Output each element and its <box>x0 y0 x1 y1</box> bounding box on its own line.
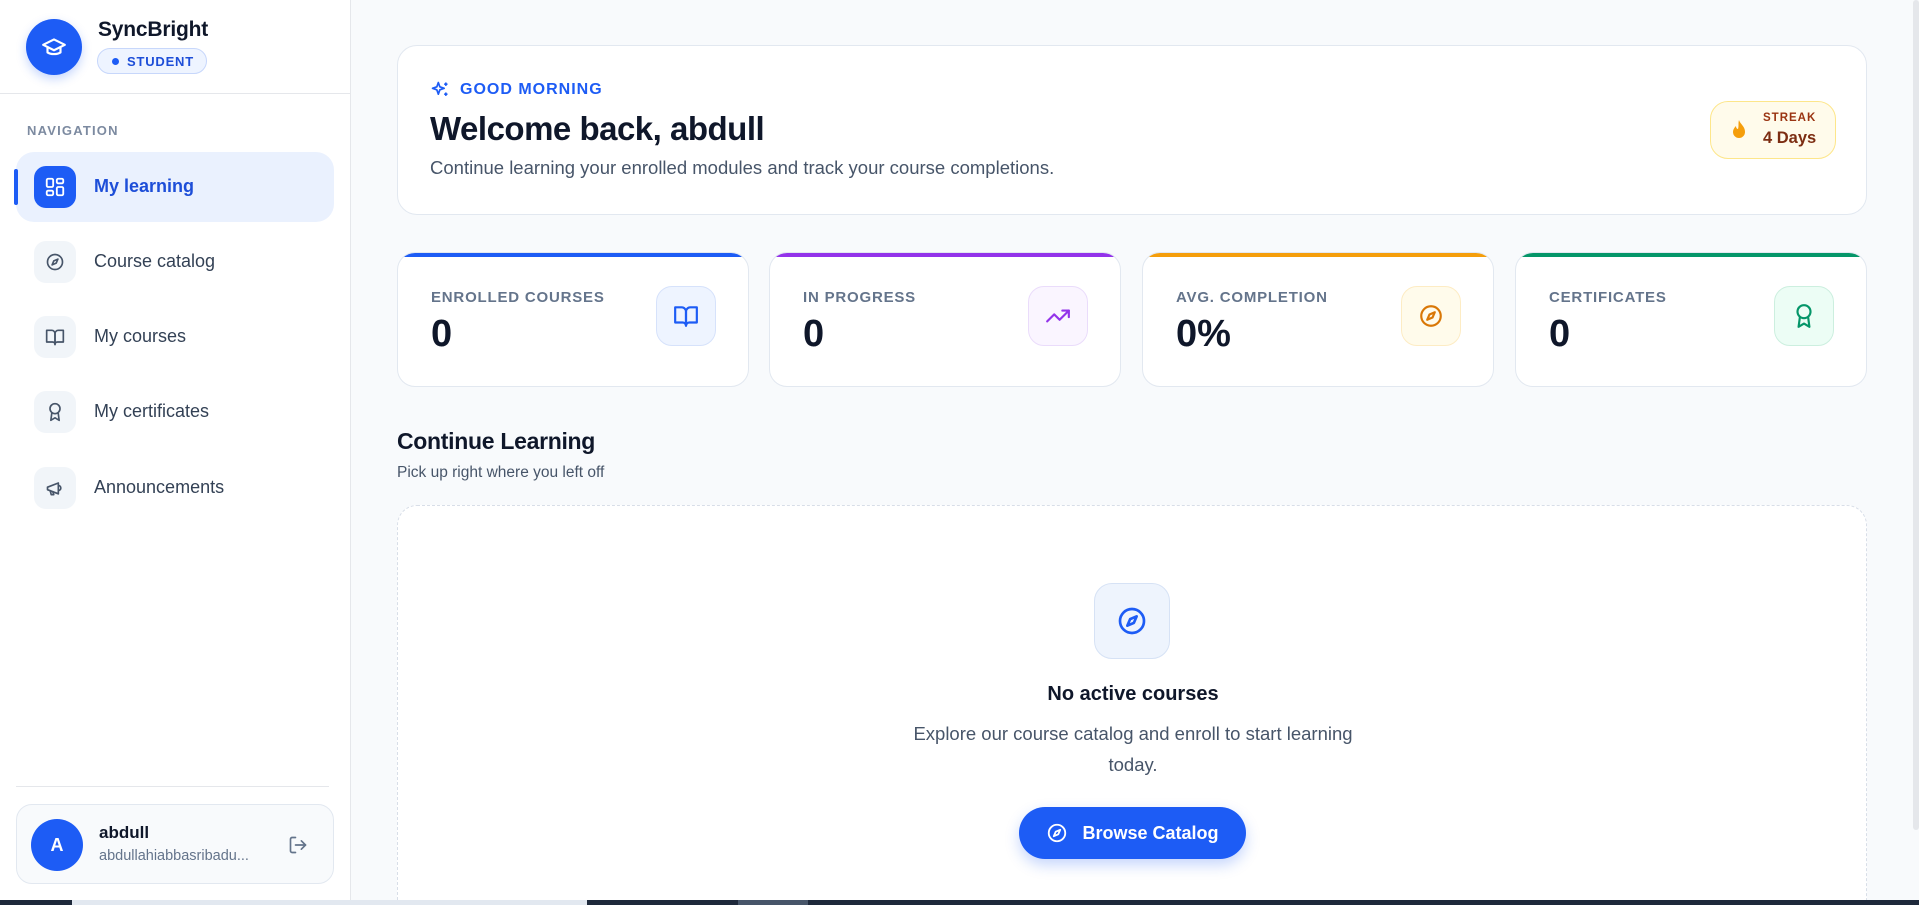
greeting-text: GOOD MORNING <box>460 81 603 98</box>
graduation-cap-icon[interactable] <box>26 19 82 75</box>
compass-icon <box>34 241 76 283</box>
taskbar <box>0 900 1919 905</box>
role-dot <box>112 57 119 65</box>
page-title: Welcome back, abdull <box>430 110 765 147</box>
card-accent <box>1516 253 1866 257</box>
award-icon <box>1774 286 1834 346</box>
book-open-icon <box>34 316 76 358</box>
stat-label: CERTIFICATES <box>1549 289 1667 306</box>
brand-header: SyncBright STUDENT <box>0 0 350 94</box>
main-content: GOOD MORNING Welcome back, abdull Contin… <box>351 0 1919 900</box>
award-icon <box>34 391 76 433</box>
sparkles-icon <box>431 81 448 96</box>
taskbar-segment <box>72 900 587 905</box>
role-badge: STUDENT <box>97 48 207 74</box>
nav-heading: NAVIGATION <box>27 123 119 138</box>
trending-up-icon <box>1028 286 1088 346</box>
sidebar-item-announcements[interactable]: Announcements <box>16 453 334 523</box>
streak-label: STREAK <box>1763 112 1817 124</box>
compass-icon <box>1094 583 1170 659</box>
sidebar-item-my-learning[interactable]: My learning <box>14 152 334 222</box>
logout-icon[interactable] <box>285 832 311 858</box>
user-email: abdullahiabbasribadu... <box>99 848 249 864</box>
empty-state-panel: No active courses Explore our course cat… <box>397 505 1867 900</box>
card-accent <box>770 253 1120 257</box>
stat-value: 0 <box>803 313 825 355</box>
empty-state-title: No active courses <box>1047 683 1219 705</box>
welcome-card: GOOD MORNING Welcome back, abdull Contin… <box>397 45 1867 215</box>
user-card[interactable]: A abdull abdullahiabbasribadu... <box>16 804 334 884</box>
stat-value: 0 <box>431 313 453 355</box>
divider <box>16 786 329 787</box>
sidebar-item-label: My certificates <box>94 401 210 421</box>
stat-label: AVG. COMPLETION <box>1176 289 1328 306</box>
active-indicator <box>14 169 18 205</box>
sidebar: SyncBright STUDENT NAVIGATION My learnin… <box>0 0 351 900</box>
role-label: STUDENT <box>127 53 194 69</box>
greeting: GOOD MORNING <box>430 80 603 100</box>
browse-catalog-button[interactable]: Browse Catalog <box>1019 807 1246 859</box>
stat-card-in-progress: IN PROGRESS 0 <box>769 252 1121 387</box>
section-title: Continue Learning <box>397 428 596 454</box>
streak-value: 4 Days <box>1763 129 1817 147</box>
stat-card-enrolled: ENROLLED COURSES 0 <box>397 252 749 387</box>
compass-icon <box>1048 823 1067 843</box>
card-accent <box>1143 253 1493 257</box>
section-subtitle: Pick up right where you left off <box>397 464 605 481</box>
page-subtitle: Continue learning your enrolled modules … <box>430 157 1055 178</box>
streak-badge: STREAK 4 Days <box>1710 101 1836 159</box>
stat-card-avg-completion: AVG. COMPLETION 0% <box>1142 252 1494 387</box>
app-root: SyncBright STUDENT NAVIGATION My learnin… <box>0 0 1919 905</box>
stat-label: IN PROGRESS <box>803 289 916 306</box>
sidebar-item-label: Course catalog <box>94 251 216 271</box>
sidebar-item-label: My learning <box>94 176 195 196</box>
sidebar-item-my-courses[interactable]: My courses <box>16 302 334 372</box>
empty-state-text: Explore our course catalog and enroll to… <box>913 723 1353 775</box>
sidebar-item-label: My courses <box>94 326 187 346</box>
compass-icon <box>1401 286 1461 346</box>
sidebar-item-label: Announcements <box>94 477 225 497</box>
card-accent <box>398 253 748 257</box>
megaphone-icon <box>34 467 76 509</box>
sidebar-item-course-catalog[interactable]: Course catalog <box>16 227 334 297</box>
flame-icon <box>1733 120 1745 138</box>
sidebar-item-my-certificates[interactable]: My certificates <box>16 377 334 447</box>
stat-value: 0% <box>1176 313 1231 355</box>
dashboard-icon <box>34 166 76 208</box>
taskbar-segment <box>738 900 808 905</box>
brand-name: SyncBright <box>98 18 209 41</box>
scrollbar[interactable] <box>1913 0 1919 830</box>
avatar: A <box>31 819 83 871</box>
book-open-icon <box>656 286 716 346</box>
browse-catalog-label: Browse Catalog <box>1082 822 1219 843</box>
stat-value: 0 <box>1549 313 1571 355</box>
stat-card-certificates: CERTIFICATES 0 <box>1515 252 1867 387</box>
user-name: abdull <box>99 823 150 842</box>
stat-label: ENROLLED COURSES <box>431 289 605 306</box>
